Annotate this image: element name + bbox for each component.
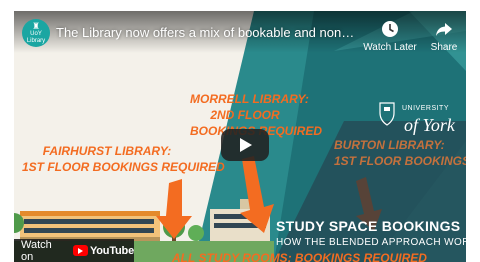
university-name-text: of York <box>404 115 455 135</box>
share-label: Share <box>430 42 458 53</box>
play-button[interactable] <box>221 129 269 161</box>
fairhurst-library-label: FAIRHURST LIBRARY: 1ST FLOOR BOOKINGS RE… <box>22 143 225 175</box>
burton-library-label: BURTON LIBRARY: 1ST FLOOR BOOKINGS <box>334 137 466 169</box>
banner-title: STUDY SPACE BOOKINGS <box>276 218 461 234</box>
banner-subtitle: HOW THE BLENDED APPROACH WORKS <box>276 237 466 248</box>
share-arrow-icon <box>436 23 452 36</box>
morrell-line2: 2ND FLOOR <box>210 108 280 122</box>
watch-on-label: Watch on <box>21 238 52 262</box>
watch-later-label: Watch Later <box>363 42 417 53</box>
burton-line2: 1ST FLOOR BOOKINGS <box>334 154 466 168</box>
fairhurst-line1: FAIRHURST LIBRARY: <box>42 144 172 158</box>
study-rooms-label: ALL STUDY ROOMS: BOOKINGS REQUIRED <box>172 251 427 262</box>
watch-later-button[interactable]: Watch Later <box>360 19 420 53</box>
crest-icon: ♜ <box>31 20 41 31</box>
watch-on-youtube-button[interactable]: Watch on YouTube <box>14 239 134 262</box>
play-icon <box>240 138 252 152</box>
morrell-line1: MORRELL LIBRARY: <box>190 92 309 106</box>
share-button[interactable]: Share <box>424 19 464 53</box>
youtube-logo: YouTube <box>72 244 134 257</box>
video-title[interactable]: The Library now offers a mix of bookable… <box>56 25 356 40</box>
fairhurst-building <box>20 211 160 241</box>
fairhurst-line2: 1ST FLOOR BOOKINGS REQUIRED <box>22 160 225 174</box>
youtube-wordmark: YouTube <box>89 244 134 257</box>
clock-icon <box>382 21 398 37</box>
youtube-play-icon <box>72 245 88 256</box>
channel-avatar-text: UoY Library <box>26 30 46 44</box>
university-top-text: UNIVERSITY <box>402 105 450 112</box>
video-player[interactable]: UNIVERSITY of York MORRELL LIBRARY: 2ND … <box>14 11 466 262</box>
burton-line1: BURTON LIBRARY: <box>334 138 445 152</box>
channel-avatar[interactable]: ♜ UoY Library <box>22 19 50 47</box>
